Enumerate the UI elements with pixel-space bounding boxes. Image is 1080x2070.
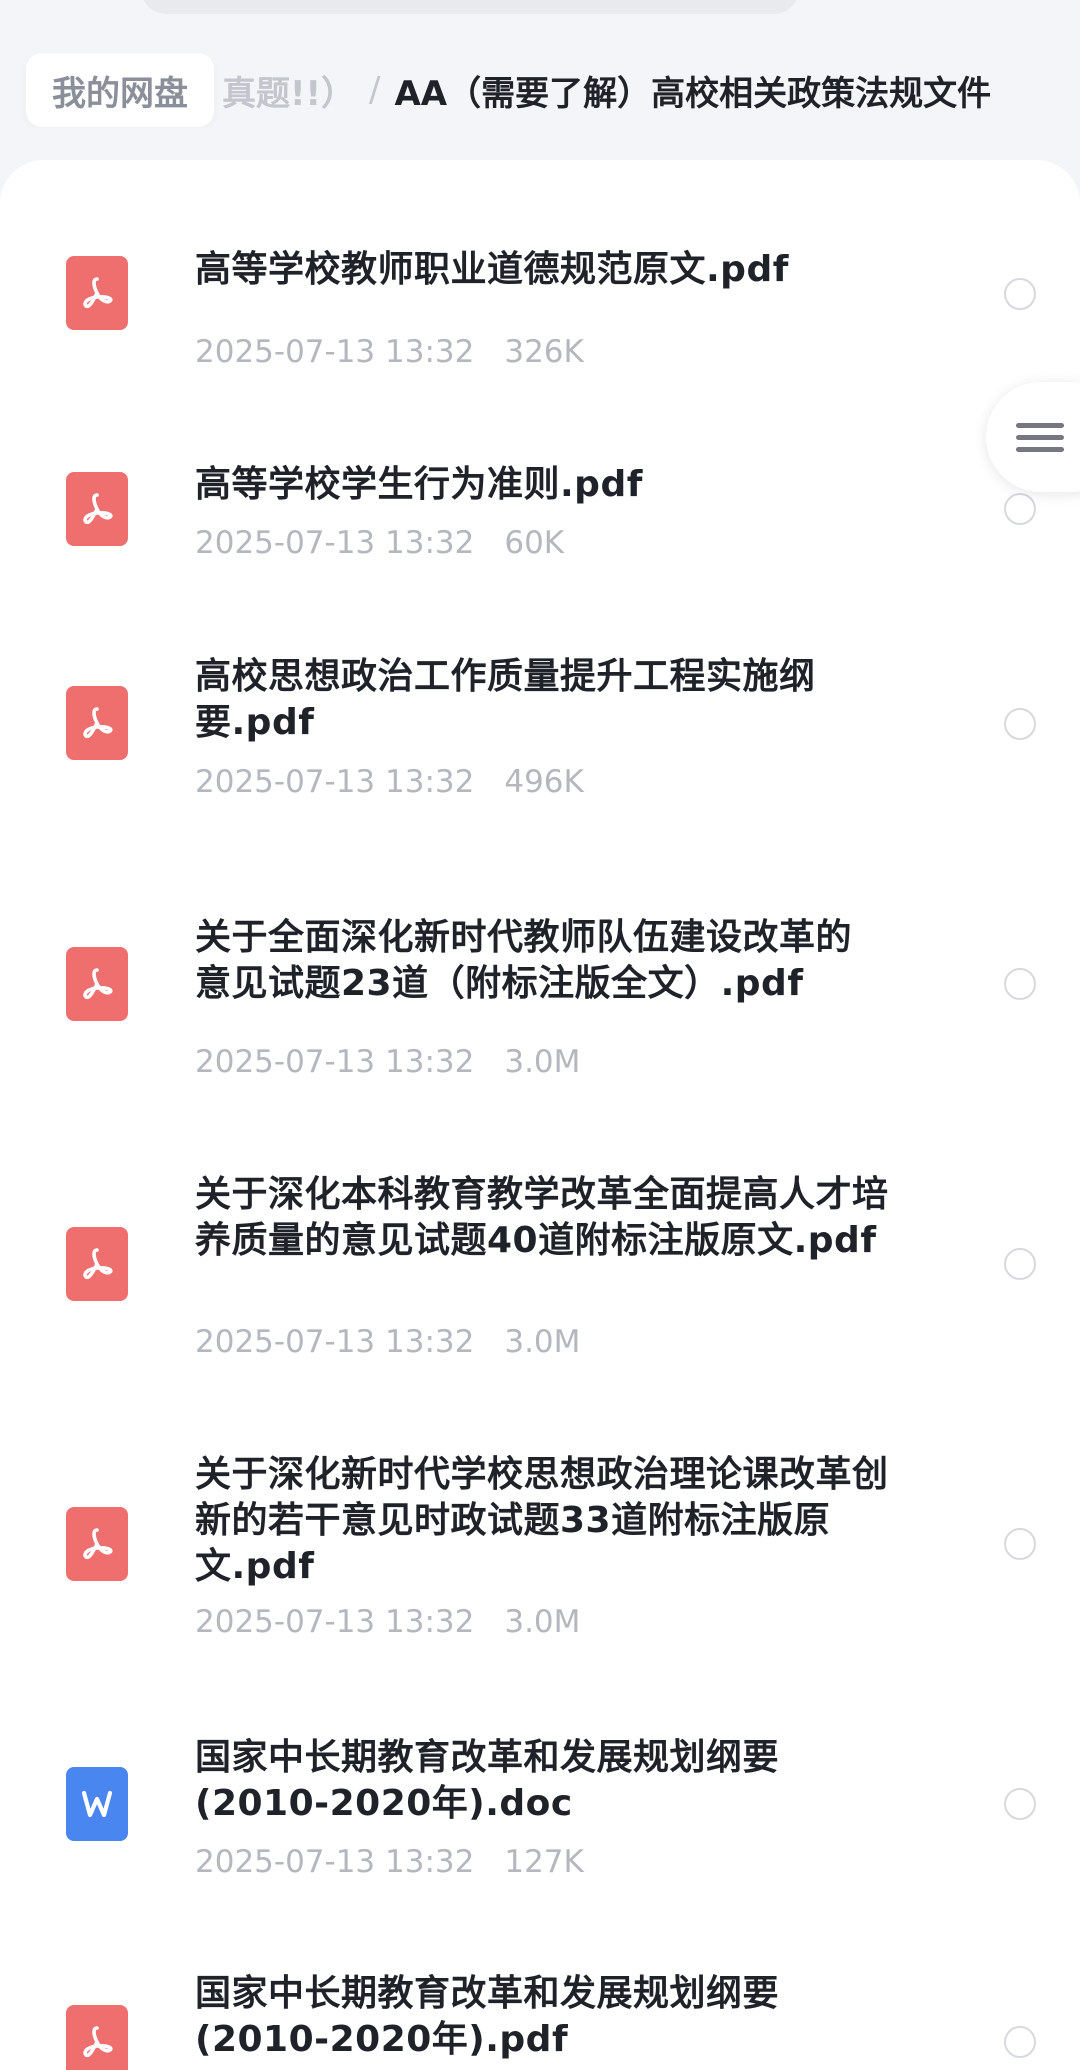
pdf-file-icon	[66, 2005, 128, 2070]
breadcrumb-current: AA（需要了解）高校相关政策法规文件	[394, 73, 992, 114]
file-size: 60K	[504, 525, 565, 561]
file-date: 2025-07-13 13:32	[195, 1604, 475, 1640]
breadcrumb-parent[interactable]: 真题!!）	[222, 66, 355, 115]
select-checkbox[interactable]	[1004, 1248, 1036, 1280]
file-meta: 2025-07-13 13:32 3.0M	[195, 1324, 580, 1360]
breadcrumb-root[interactable]: 我的网盘	[26, 53, 214, 127]
page: 我的网盘 真题!!） / AA（需要了解）高校相关政策法规文件 高等学校教师职业…	[0, 0, 1080, 2070]
menu-icon	[1016, 416, 1064, 459]
file-date: 2025-07-13 13:32	[195, 1324, 475, 1360]
file-name: 关于深化新时代学校思想政治理论课改革创新的若干意见时政试题33道附标注版原文.p…	[195, 1454, 889, 1587]
file-meta: 2025-07-13 13:32 3.0M	[195, 1044, 580, 1080]
pdf-file-icon	[66, 947, 128, 1021]
select-checkbox[interactable]	[1004, 1528, 1036, 1560]
file-name: 关于全面深化新时代教师队伍建设改革的意见试题23道（附标注版全文）.pdf	[195, 917, 853, 1004]
pdf-file-icon	[66, 1507, 128, 1581]
select-checkbox[interactable]	[1004, 278, 1036, 310]
select-checkbox[interactable]	[1004, 1788, 1036, 1820]
pdf-file-icon	[66, 1227, 128, 1301]
file-list: 高等学校教师职业道德规范原文.pdf 2025-07-13 13:32 326K …	[0, 160, 1080, 2070]
file-name: 高等学校教师职业道德规范原文.pdf	[195, 249, 789, 290]
select-checkbox[interactable]	[1004, 2026, 1036, 2058]
file-size: 127K	[504, 1844, 584, 1880]
file-name: 国家中长期教育改革和发展规划纲要(2010-2020年).doc	[195, 1737, 780, 1824]
file-meta: 2025-07-13 13:32 60K	[195, 525, 564, 561]
select-checkbox[interactable]	[1004, 708, 1036, 740]
file-name: 关于深化本科教育教学改革全面提高人才培养质量的意见试题40道附标注版原文.pdf	[195, 1174, 889, 1261]
file-date: 2025-07-13 13:32	[195, 525, 475, 561]
file-size: 3.0M	[504, 1324, 581, 1360]
pdf-file-icon	[66, 256, 128, 330]
file-size: 3.0M	[504, 1044, 581, 1080]
word-file-icon	[66, 1767, 128, 1841]
file-size: 326K	[504, 334, 584, 370]
file-meta: 2025-07-13 13:32 127K	[195, 1844, 584, 1880]
file-meta: 2025-07-13 13:32 326K	[195, 334, 584, 370]
file-date: 2025-07-13 13:32	[195, 1844, 475, 1880]
file-date: 2025-07-13 13:32	[195, 764, 475, 800]
breadcrumb-separator: /	[369, 70, 381, 110]
file-name: 高等学校学生行为准则.pdf	[195, 464, 643, 505]
file-name: 国家中长期教育改革和发展规划纲要(2010-2020年).pdf	[195, 1973, 780, 2060]
file-date: 2025-07-13 13:32	[195, 334, 475, 370]
file-size: 3.0M	[504, 1604, 581, 1640]
file-size: 496K	[504, 764, 584, 800]
file-meta: 2025-07-13 13:32 3.0M	[195, 1604, 580, 1640]
file-meta: 2025-07-13 13:32 496K	[195, 764, 584, 800]
file-date: 2025-07-13 13:32	[195, 1044, 475, 1080]
pdf-file-icon	[66, 686, 128, 760]
breadcrumb: 我的网盘 真题!!） / AA（需要了解）高校相关政策法规文件	[0, 52, 1080, 128]
select-checkbox[interactable]	[1004, 968, 1036, 1000]
pdf-file-icon	[66, 472, 128, 546]
search-bar[interactable]	[140, 0, 800, 14]
file-name: 高校思想政治工作质量提升工程实施纲要.pdf	[195, 656, 816, 743]
select-checkbox[interactable]	[1004, 493, 1036, 525]
